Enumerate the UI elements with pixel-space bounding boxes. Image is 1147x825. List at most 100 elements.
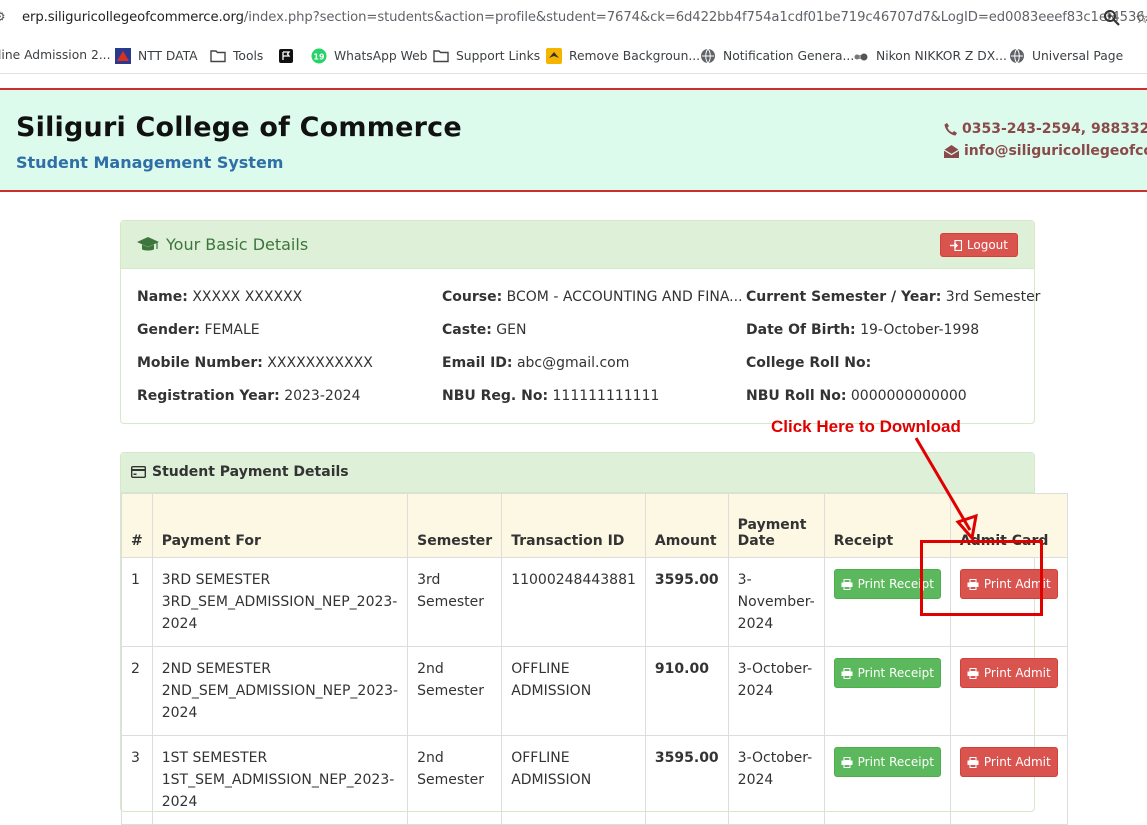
bookmark-notification[interactable]: Notification Genera...	[700, 48, 854, 64]
print-icon	[841, 667, 853, 679]
payment-details-title: Student Payment Details	[131, 464, 349, 480]
logout-label: Logout	[966, 238, 1008, 252]
cell-payment-for: 2ND SEMESTER 2ND_SEM_ADMISSION_NEP_2023-2…	[151, 646, 409, 736]
detail-gender: Gender: FEMALE	[137, 322, 260, 338]
cell-num: 1	[121, 557, 153, 647]
basic-details-panel: Your Basic Details Logout Name: XXXXX XX…	[120, 220, 1040, 424]
cell-amount: 3595.00	[644, 735, 729, 825]
bookmark-admission[interactable]: line Admission 2...	[0, 48, 111, 62]
folder-icon	[210, 50, 226, 63]
bookmark-label: line Admission 2...	[0, 48, 111, 62]
print-admit-button[interactable]: Print Admit	[959, 747, 1058, 777]
globe-icon	[1010, 48, 1024, 64]
bookmark-tools[interactable]: Tools	[210, 48, 263, 64]
site-title: Siliguri College of Commerce	[16, 112, 462, 143]
annotation-arrow	[914, 437, 978, 542]
bookmark-flag[interactable]	[278, 48, 294, 64]
remove-bg-icon	[546, 48, 562, 64]
cell-amount: 3595.00	[644, 557, 729, 647]
print-receipt-button[interactable]: Print Receipt	[833, 747, 941, 777]
graduation-cap-icon	[137, 236, 159, 250]
print-admit-button[interactable]: Print Admit	[959, 658, 1058, 688]
cell-transaction-id: 11000248443881	[501, 557, 646, 647]
bookmark-universal-page[interactable]: Universal Page	[1009, 48, 1123, 64]
url-path: /index.php?section=students&action=profi…	[243, 10, 1147, 25]
site-header: Siliguri College of Commerce Student Man…	[0, 88, 1147, 192]
payment-details-panel: Student Payment Details # Payment For Se…	[120, 452, 1068, 825]
detail-nbu-reg: NBU Reg. No: 111111111111	[442, 388, 660, 404]
credit-card-icon	[131, 466, 146, 478]
cell-payment-date: 3-October-2024	[727, 646, 825, 736]
cell-payment-for: 1ST SEMESTER 1ST_SEM_ADMISSION_NEP_2023-2…	[151, 735, 409, 825]
payment-details-header: Student Payment Details	[121, 453, 1034, 493]
table-row: 3 1ST SEMESTER 1ST_SEM_ADMISSION_NEP_2023…	[121, 735, 1068, 825]
flag-icon	[279, 49, 293, 63]
contact-email: info@siliguricollegeofcom	[944, 143, 1147, 159]
detail-course: Course: BCOM - ACCOUNTING AND FINA...	[442, 289, 743, 305]
url-field[interactable]: erp.siliguricollegeofcommerce.org/index.…	[22, 10, 1147, 25]
cell-admit-card: Print Admit	[949, 646, 1068, 736]
cell-semester: 2nd Semester	[407, 646, 503, 736]
whatsapp-icon: 19	[311, 48, 327, 64]
ntt-icon	[115, 48, 131, 64]
detail-email: Email ID: abc@gmail.com	[442, 355, 630, 371]
bookmark-remove-background[interactable]: Remove Backgroun...	[546, 48, 700, 64]
detail-college-roll: College Roll No:	[746, 355, 872, 371]
detail-nbu-roll: NBU Roll No: 0000000000000	[746, 388, 967, 404]
phone-icon	[944, 123, 957, 136]
detail-mobile: Mobile Number: XXXXXXXXXXX	[137, 355, 373, 371]
cell-num: 3	[121, 735, 153, 825]
cell-amount: 910.00	[644, 646, 729, 736]
browser-url-bar: ⚙ erp.siliguricollegeofcommerce.org/inde…	[0, 0, 1147, 38]
bookmarks-bar: line Admission 2... NTT DATA Tools 19 Wha…	[0, 38, 1147, 74]
bookmark-label: Tools	[233, 49, 264, 63]
cell-transaction-id: OFFLINE ADMISSION	[501, 735, 646, 825]
contact-phone-text: 0353-243-2594, 98833202	[962, 121, 1147, 137]
payment-details-title-text: Student Payment Details	[152, 464, 349, 480]
cell-admit-card: Print Admit	[949, 735, 1068, 825]
column-header: Transaction ID	[501, 493, 646, 558]
envelope-icon	[944, 144, 959, 158]
column-header: Amount	[644, 493, 729, 558]
print-receipt-button[interactable]: Print Receipt	[833, 658, 941, 688]
print-icon	[841, 578, 853, 590]
cell-receipt: Print Receipt	[823, 735, 951, 825]
table-row: 2 2ND SEMESTER 2ND_SEM_ADMISSION_NEP_2023…	[121, 646, 1068, 736]
annotation-highlight-box	[920, 540, 1043, 616]
nikon-icon	[854, 53, 868, 61]
bookmark-label: Remove Backgroun...	[569, 49, 701, 63]
url-host: erp.siliguricollegeofcommerce.org	[22, 10, 244, 25]
cell-semester: 3rd Semester	[407, 557, 503, 647]
detail-caste: Caste: GEN	[442, 322, 527, 338]
cell-semester: 2nd Semester	[407, 735, 503, 825]
cell-payment-date: 3-October-2024	[727, 735, 825, 825]
detail-name: Name: XXXXX XXXXXX	[137, 289, 303, 305]
svg-text:19: 19	[313, 53, 325, 62]
bookmark-nikon[interactable]: Nikon NIKKOR Z DX...	[853, 48, 1007, 64]
basic-details-title: Your Basic Details	[137, 235, 308, 254]
bookmark-ntt-data[interactable]: NTT DATA	[115, 48, 198, 64]
bookmark-label: Nikon NIKKOR Z DX...	[876, 49, 1007, 63]
logout-button[interactable]: Logout	[939, 233, 1018, 257]
basic-details-header: Your Basic Details Logout	[121, 221, 1034, 269]
cell-num: 2	[121, 646, 153, 736]
bookmark-label: WhatsApp Web	[334, 49, 428, 63]
bookmark-support-links[interactable]: Support Links	[433, 48, 540, 64]
cell-transaction-id: OFFLINE ADMISSION	[501, 646, 646, 736]
globe-icon	[701, 48, 715, 64]
bookmark-star-icon[interactable]: ☆	[1135, 8, 1147, 27]
site-info-icon[interactable]: ⚙	[0, 10, 10, 26]
cell-payment-for: 3RD SEMESTER 3RD_SEM_ADMISSION_NEP_2023-2…	[151, 557, 409, 647]
detail-current-semester: Current Semester / Year: 3rd Semester	[746, 289, 1041, 305]
column-header: Payment For	[151, 493, 409, 558]
site-subtitle: Student Management System	[16, 153, 284, 172]
column-header: Payment Date	[727, 493, 825, 558]
zoom-icon[interactable]	[1103, 9, 1121, 27]
basic-details-title-text: Your Basic Details	[166, 235, 309, 254]
contact-email-text: info@siliguricollegeofcom	[964, 143, 1147, 159]
bookmark-whatsapp[interactable]: 19 WhatsApp Web	[311, 48, 427, 64]
print-icon	[967, 667, 979, 679]
cell-receipt: Print Receipt	[823, 646, 951, 736]
contact-phone: 0353-243-2594, 98833202	[944, 121, 1147, 137]
detail-dob: Date Of Birth: 19-October-1998	[746, 322, 980, 338]
